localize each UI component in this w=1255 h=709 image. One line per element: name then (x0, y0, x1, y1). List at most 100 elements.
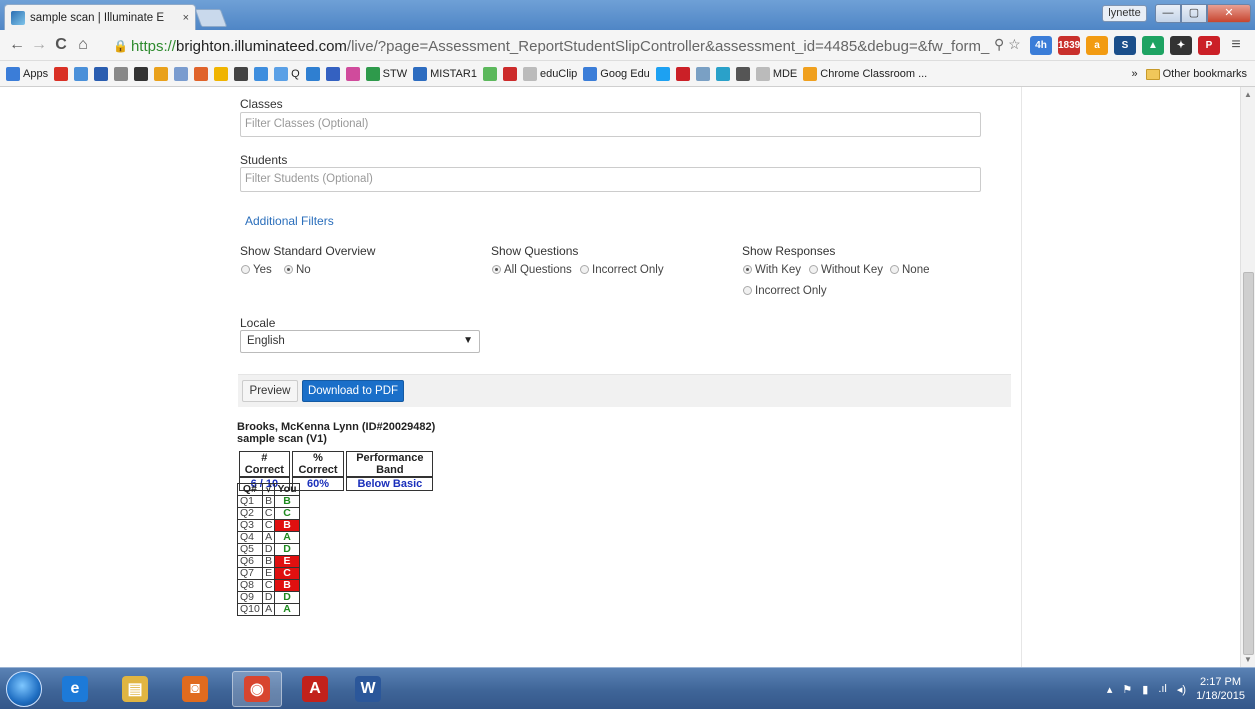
bookmark-item[interactable]: Apps (6, 66, 48, 81)
scrollbar-thumb[interactable] (1243, 272, 1254, 655)
gmail-extension-icon[interactable]: 1839 (1058, 36, 1080, 55)
answer-key: D (261, 543, 276, 556)
close-window-button[interactable]: ✕ (1207, 4, 1251, 23)
scroll-up-icon[interactable]: ▲ (1244, 90, 1252, 99)
questions-incorrect-only[interactable]: Incorrect Only (580, 264, 664, 276)
bookmark-item[interactable] (54, 66, 69, 81)
bookmark-item[interactable] (482, 66, 497, 81)
minimize-button[interactable]: — (1155, 4, 1181, 23)
bookmark-item[interactable] (655, 66, 670, 81)
bookmark-label: STW (382, 67, 408, 80)
bookmark-favicon-icon (305, 66, 320, 81)
taskbar-button[interactable]: ◙ (170, 671, 220, 707)
preview-button[interactable]: Preview (242, 380, 298, 402)
bookmark-item[interactable] (735, 66, 750, 81)
back-arrow-icon[interactable]: ← (6, 36, 28, 54)
bookmark-favicon-icon (482, 66, 497, 81)
other-bookmarks[interactable]: Other bookmarks (1145, 68, 1247, 80)
tray-arrow-icon[interactable]: ▴ (1107, 683, 1113, 696)
classes-filter-input[interactable]: Filter Classes (Optional) (240, 112, 981, 137)
signal-icon[interactable]: .ıl (1158, 683, 1167, 695)
bookmarks-chevron-icon[interactable]: » (1132, 68, 1138, 80)
volume-icon[interactable]: ◂) (1177, 683, 1186, 696)
bookmark-item[interactable] (325, 66, 340, 81)
student-response: D (274, 591, 300, 604)
menu-icon[interactable]: ≡ (1225, 36, 1247, 54)
bookmark-label: Chrome Classroom ... (820, 67, 928, 80)
responses-with-key[interactable]: With Key (743, 264, 801, 276)
bookmark-item[interactable] (695, 66, 710, 81)
taskbar-button[interactable]: ◉ (232, 671, 282, 707)
bookmark-item[interactable] (254, 66, 269, 81)
responses-incorrect-only[interactable]: Incorrect Only (743, 285, 827, 297)
bookmark-item[interactable] (675, 66, 690, 81)
bookmark-item[interactable] (715, 66, 730, 81)
answer-key: C (261, 507, 276, 520)
bookmark-item[interactable] (174, 66, 189, 81)
bookmark-item[interactable] (154, 66, 169, 81)
bookmarks-overflow: » Other bookmarks (1125, 61, 1247, 86)
bookmark-label: Q (291, 67, 300, 80)
start-button[interactable] (6, 671, 42, 707)
bookmark-item[interactable]: eduClip (522, 66, 577, 81)
radio-selected-icon (743, 265, 752, 274)
feedly-extension-icon[interactable]: ✦ (1170, 36, 1192, 55)
tab-close-icon[interactable]: × (183, 12, 189, 24)
bookmark-item[interactable] (234, 66, 249, 81)
bookmark-item[interactable]: Chrome Classroom ... (803, 66, 928, 81)
folder-icon (1145, 68, 1160, 80)
bookmark-item[interactable]: Q (274, 66, 300, 81)
students-filter-input[interactable]: Filter Students (Optional) (240, 167, 981, 192)
standard-overview-no[interactable]: No (284, 264, 311, 276)
standard-overview-yes[interactable]: Yes (241, 264, 272, 276)
maximize-button[interactable]: ▢ (1181, 4, 1207, 23)
clock[interactable]: 2:17 PM 1/18/2015 (1196, 675, 1245, 703)
home-icon[interactable]: ⌂ (72, 36, 94, 54)
student-response: B (274, 519, 300, 532)
taskbar-button[interactable]: A (290, 671, 340, 707)
bookmark-item[interactable]: MDE (755, 66, 797, 81)
bookmark-item[interactable] (345, 66, 360, 81)
additional-filters-link[interactable]: Additional Filters (245, 214, 334, 228)
bookmark-item[interactable] (194, 66, 209, 81)
profile-button[interactable]: lynette (1102, 5, 1147, 22)
favicon-icon (11, 10, 25, 25)
bookmark-favicon-icon (174, 66, 189, 81)
amazon-extension-icon[interactable]: a (1086, 36, 1108, 55)
forward-arrow-icon[interactable]: → (28, 36, 50, 54)
network-icon[interactable]: ▮ (1142, 683, 1148, 696)
flag-icon[interactable]: ⚑ (1122, 683, 1132, 696)
drive-extension-icon[interactable]: ▲ (1142, 36, 1164, 55)
reload-icon[interactable]: C (50, 36, 72, 54)
address-bar[interactable]: 🔒 https:// brighton.illuminateed.com /li… (113, 34, 1017, 58)
locale-select[interactable]: English ▼ (240, 330, 480, 353)
bookmark-favicon-icon (134, 66, 149, 81)
bookmark-item[interactable] (94, 66, 109, 81)
search-icon[interactable]: ⚲ (994, 36, 1004, 52)
new-tab-button[interactable] (194, 9, 228, 27)
bookmark-star-icon[interactable]: ☆ (1008, 36, 1021, 52)
bookmark-item[interactable] (74, 66, 89, 81)
download-pdf-button[interactable]: Download to PDF (302, 380, 404, 402)
responses-none[interactable]: None (890, 264, 930, 276)
bookmark-item[interactable]: STW (365, 66, 408, 81)
bookmark-item[interactable] (114, 66, 129, 81)
taskbar-button[interactable]: W (343, 671, 393, 707)
calendar-extension-icon[interactable]: 4h (1030, 36, 1052, 55)
vertical-scrollbar[interactable]: ▲ ▼ (1240, 87, 1255, 667)
bookmark-item[interactable]: Goog Edu (583, 66, 650, 81)
bookmark-item[interactable]: MISTAR1 (413, 66, 477, 81)
questions-all[interactable]: All Questions (492, 264, 572, 276)
bookmark-item[interactable] (134, 66, 149, 81)
s-extension-icon[interactable]: S (1114, 36, 1136, 55)
taskbar-button[interactable]: ▤ (110, 671, 160, 707)
bookmark-item[interactable] (214, 66, 229, 81)
pinterest-extension-icon[interactable]: P (1198, 36, 1220, 55)
browser-tab[interactable]: sample scan | Illuminate E × (4, 4, 196, 30)
taskbar-button[interactable]: e (50, 671, 100, 707)
bookmark-item[interactable] (502, 66, 517, 81)
scroll-down-icon[interactable]: ▼ (1244, 655, 1252, 664)
responses-without-key[interactable]: Without Key (809, 264, 883, 276)
question-number: Q9 (237, 591, 263, 604)
bookmark-item[interactable] (305, 66, 320, 81)
